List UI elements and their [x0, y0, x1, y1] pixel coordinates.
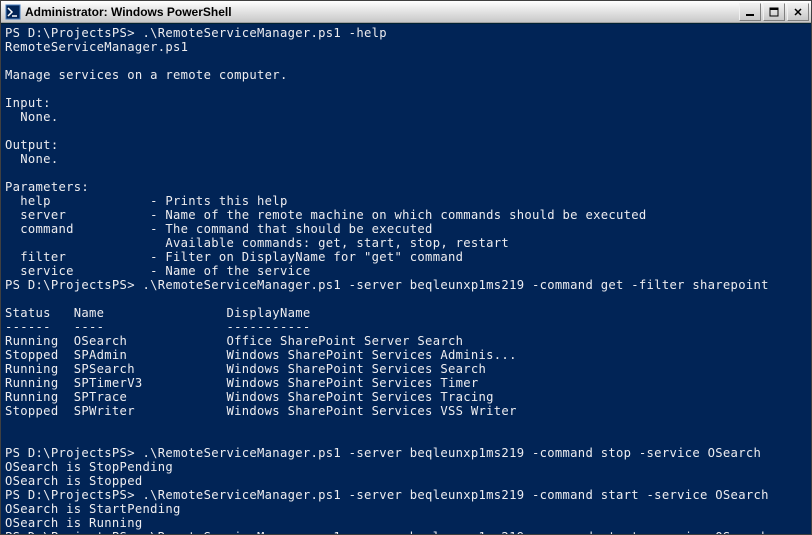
close-button[interactable] [787, 3, 809, 21]
titlebar[interactable]: Administrator: Windows PowerShell [1, 1, 811, 23]
maximize-button[interactable] [763, 3, 785, 21]
minimize-button[interactable] [739, 3, 761, 21]
window-controls [737, 3, 809, 21]
app-icon [5, 4, 21, 20]
powershell-window: Administrator: Windows PowerShell PS D:\… [0, 0, 812, 535]
window-title: Administrator: Windows PowerShell [25, 5, 737, 19]
terminal-output[interactable]: PS D:\ProjectsPS> .\RemoteServiceManager… [1, 23, 811, 534]
